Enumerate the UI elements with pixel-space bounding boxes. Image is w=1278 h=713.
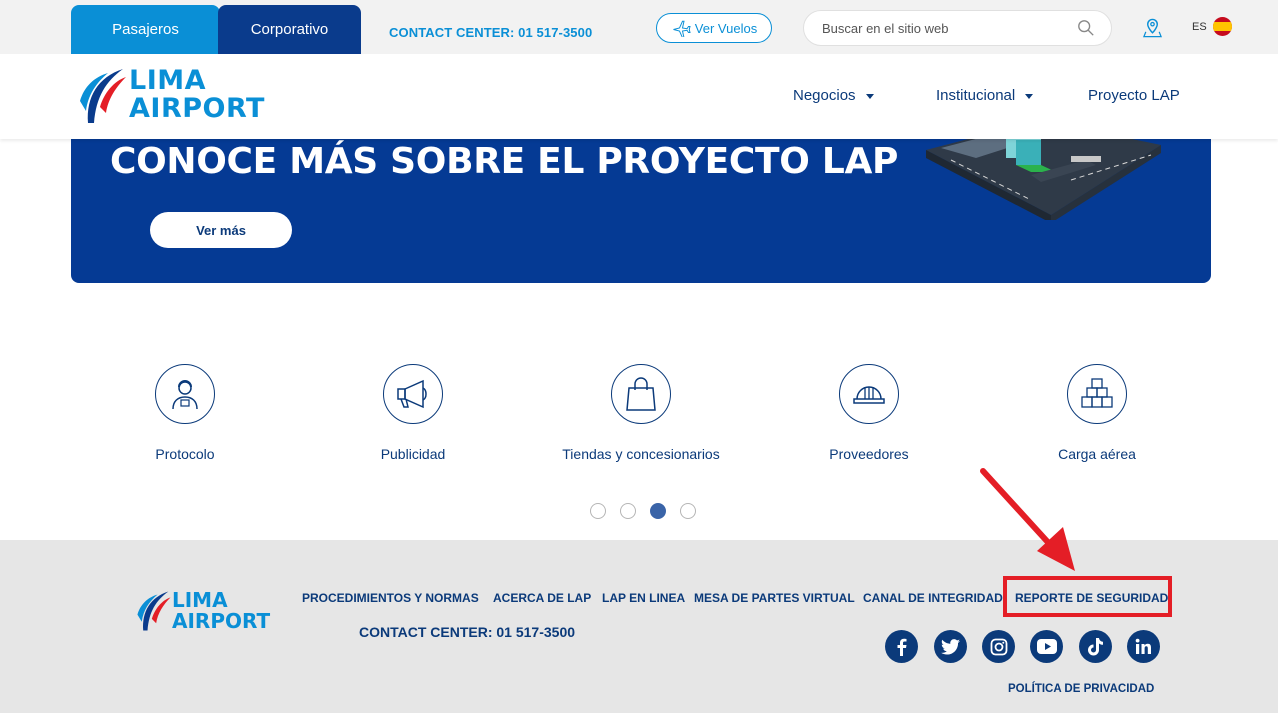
footer-link-procedimientos[interactable]: PROCEDIMIENTOS Y NORMAS [302,591,479,605]
carousel-dots [590,503,696,519]
carousel-dot-2[interactable] [620,503,636,519]
logo-swoosh-icon [137,591,171,631]
logo-line2: AIRPORT [129,93,265,124]
carousel-dot-4[interactable] [680,503,696,519]
logo-text: LIMA AIRPORT [129,67,265,123]
airplane-icon [673,20,691,37]
logo-line1: LIMA [129,65,207,96]
facebook-icon [897,638,906,656]
footer-logo-line1: LIMA [172,588,228,612]
service-carga-label: Carga aérea [1058,446,1136,462]
ver-mas-button[interactable]: Ver más [150,212,292,248]
nav-proyecto-lap-label: Proyecto LAP [1088,87,1180,104]
ver-vuelos-button[interactable]: Ver Vuelos [656,13,772,43]
nav-institucional[interactable]: Institucional [936,87,1034,104]
logo-swoosh-icon [80,69,126,123]
tab-pasajeros[interactable]: Pasajeros [71,5,220,54]
ver-vuelos-label: Ver Vuelos [694,20,758,36]
service-tiendas[interactable]: Tiendas y concesionarios [531,364,751,462]
lima-airport-logo[interactable]: LIMA AIRPORT [78,67,268,127]
service-protocolo-label: Protocolo [155,446,215,462]
service-proveedores[interactable]: Proveedores [759,364,979,462]
nav-proyecto-lap[interactable]: Proyecto LAP [1088,87,1180,104]
tiktok-icon [1088,638,1103,656]
twitter-icon [941,638,960,655]
instagram-icon [990,638,1007,655]
footer-link-lap-en-linea[interactable]: LAP EN LINEA [602,591,685,605]
hero-banner: CONOCE MÁS SOBRE EL PROYECTO LAP Ver más [71,120,1211,283]
service-publicidad[interactable]: Publicidad [303,364,523,462]
megaphone-icon [397,379,427,409]
twitter-link[interactable] [934,630,967,663]
youtube-link[interactable] [1030,630,1063,663]
tab-corporativo[interactable]: Corporativo [218,5,361,54]
spain-flag-icon[interactable] [1213,17,1232,36]
service-proveedores-circle [839,364,899,424]
footer-link-mesa-partes[interactable]: MESA DE PARTES VIRTUAL [694,591,855,605]
footer: LIMA AIRPORT PROCEDIMIENTOS Y NORMAS ACE… [0,540,1278,713]
shopping-bag-icon [626,377,656,411]
tab-corporativo-label: Corporativo [250,21,329,38]
instagram-link[interactable] [982,630,1015,663]
footer-contact-center[interactable]: CONTACT CENTER: 01 517-3500 [359,624,575,640]
service-carga-circle [1067,364,1127,424]
footer-logo-line2: AIRPORT [172,609,271,633]
language-selector[interactable]: ES [1192,21,1207,33]
boxes-icon [1081,378,1113,408]
search-box [803,10,1112,46]
search-icon[interactable] [1077,19,1095,37]
nav-negocios[interactable]: Negocios [793,87,874,104]
footer-logo-text: LIMA AIRPORT [172,590,270,632]
contact-center-top[interactable]: CONTACT CENTER: 01 517-3500 [389,25,592,40]
annotation-arrow-icon [980,468,1075,571]
tiktok-link[interactable] [1079,630,1112,663]
carousel-dot-3[interactable] [650,503,666,519]
map-pin-icon[interactable] [1142,17,1163,39]
footer-logo[interactable]: LIMA AIRPORT [136,590,276,635]
service-protocolo[interactable]: Protocolo [75,364,295,462]
linkedin-icon [1135,638,1151,654]
caret-down-icon [865,93,874,99]
service-tiendas-label: Tiendas y concesionarios [562,446,720,462]
linkedin-link[interactable] [1127,630,1160,663]
service-proveedores-label: Proveedores [829,446,909,462]
hard-hat-icon [853,386,885,404]
top-utility-bar: Pasajeros Corporativo CONTACT CENTER: 01… [0,0,1278,54]
footer-link-canal-integridad[interactable]: CANAL DE INTEGRIDAD [863,591,1003,605]
nav-negocios-label: Negocios [793,87,856,104]
service-carga[interactable]: Carga aérea [987,364,1207,462]
nav-institucional-label: Institucional [936,87,1016,104]
service-publicidad-circle [383,364,443,424]
search-input[interactable] [822,11,1072,45]
caret-down-icon [1025,93,1034,99]
facebook-link[interactable] [885,630,918,663]
service-tiendas-circle [611,364,671,424]
service-publicidad-label: Publicidad [380,446,446,462]
footer-link-acerca[interactable]: ACERCA DE LAP [493,591,591,605]
service-protocolo-circle [155,364,215,424]
youtube-icon [1036,639,1057,654]
privacy-policy-link[interactable]: POLÍTICA DE PRIVACIDAD [1008,683,1154,695]
tab-pasajeros-label: Pasajeros [112,21,179,38]
carousel-dot-1[interactable] [590,503,606,519]
agent-icon [172,380,198,410]
banner-title: CONOCE MÁS SOBRE EL PROYECTO LAP [110,141,899,182]
main-header: LIMA AIRPORT Negocios Institucional Proy… [0,54,1278,139]
annotation-highlight-box [1003,576,1172,617]
